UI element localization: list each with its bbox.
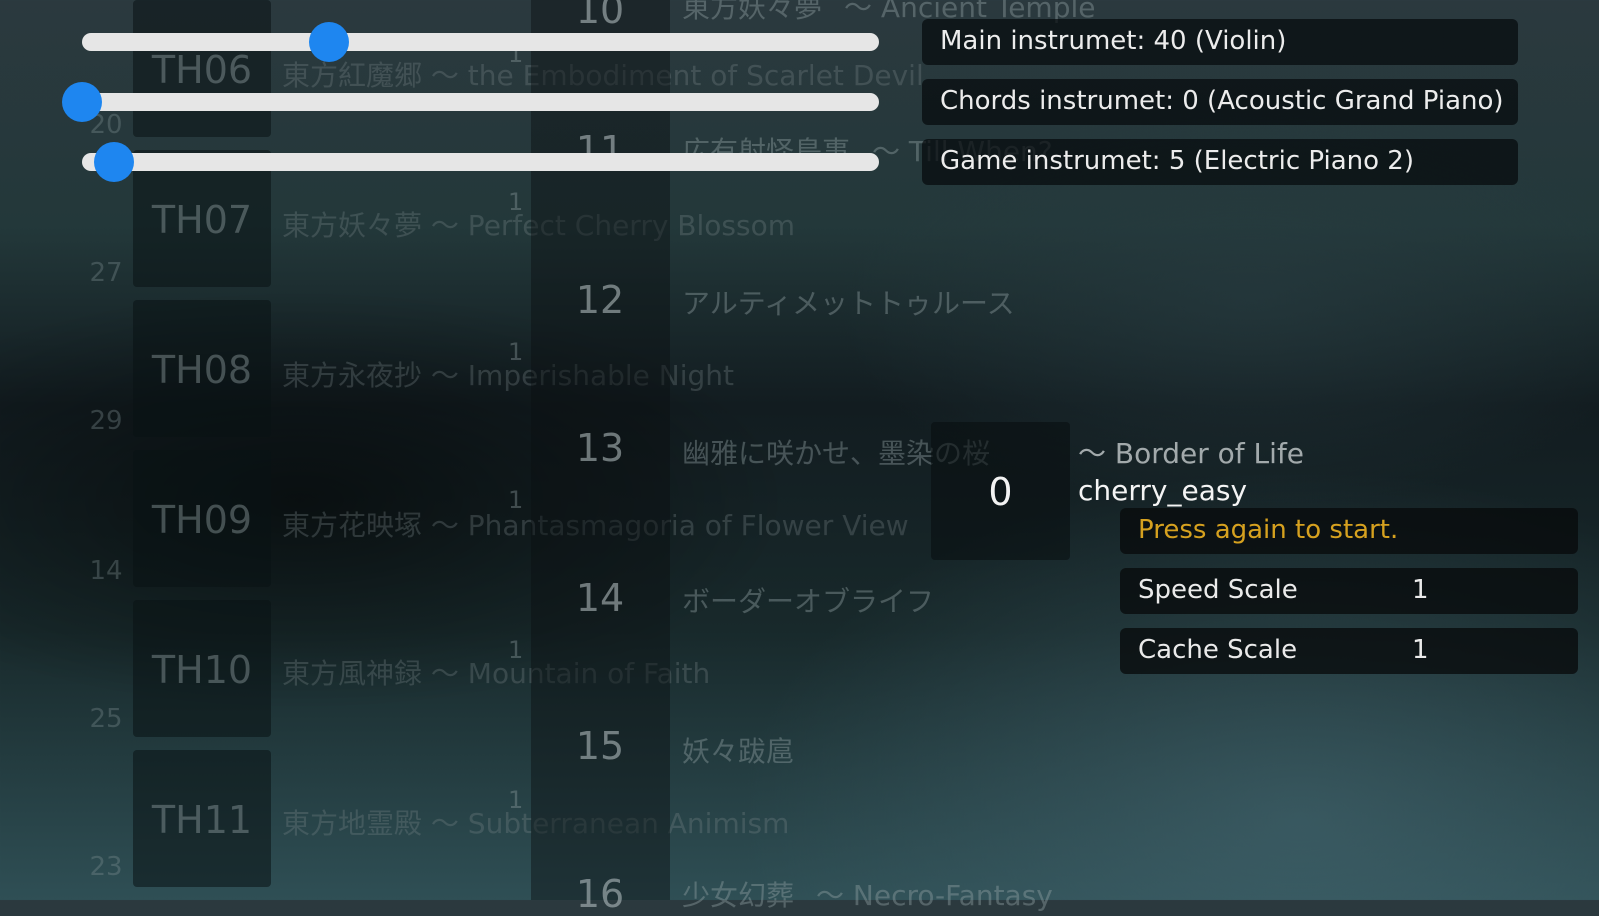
score-value: 0 xyxy=(988,470,1013,514)
slider-track xyxy=(82,93,879,111)
track-title-jp: 少女幻葬 xyxy=(682,879,795,912)
game-play-count: 1 xyxy=(508,486,524,514)
slider-thumb[interactable] xyxy=(93,142,134,182)
chords-instrument-slider[interactable] xyxy=(62,82,879,122)
start-prompt[interactable]: Press again to start. xyxy=(1120,508,1578,554)
game-instrument-slider[interactable] xyxy=(82,142,879,182)
game-tile-th11[interactable]: TH11 xyxy=(133,750,271,887)
game-track-count: 23 xyxy=(89,852,123,882)
speed-scale-field[interactable]: Speed Scale 1 xyxy=(1120,568,1578,614)
game-code: TH10 xyxy=(151,648,253,692)
slider-track xyxy=(82,153,879,171)
speed-scale-value[interactable]: 1 xyxy=(1412,575,1429,605)
game-tile-th10[interactable]: TH10 xyxy=(133,600,271,737)
speed-scale-label: Speed Scale xyxy=(1138,575,1298,605)
track-title[interactable]: 少女幻葬 ～ Necro-Fantasy xyxy=(682,874,1053,914)
track-number: 14 xyxy=(575,576,625,620)
slider-thumb[interactable] xyxy=(62,82,102,122)
chords-instrument-label: Chords instrumet: 0 (Acoustic Grand Pian… xyxy=(940,86,1504,116)
track-title[interactable]: 妖々跋扈 xyxy=(682,730,794,770)
slider-thumb[interactable] xyxy=(309,22,350,62)
game-track-count: 25 xyxy=(89,704,123,734)
game-play-count: 1 xyxy=(508,636,524,664)
track-title-jp: ボーダーオブライフ xyxy=(682,585,935,618)
main-instrument-slider[interactable] xyxy=(82,22,879,62)
track-number: 13 xyxy=(575,426,625,470)
selected-track-title: ～ Border of Life xyxy=(1078,437,1305,470)
game-track-count: 29 xyxy=(89,406,123,436)
song-list-background: TH06 20 東方紅魔郷 ～ the Embodiment of Scarle… xyxy=(0,0,1599,916)
track-title-jp: アルティメットトゥルース xyxy=(682,287,1015,320)
track-number: 16 xyxy=(575,872,625,916)
game-track-count: 27 xyxy=(89,258,123,288)
main-instrument-label: Main instrumet: 40 (Violin) xyxy=(940,26,1287,56)
cache-scale-label: Cache Scale xyxy=(1138,635,1298,665)
score-box: 0 xyxy=(931,422,1070,560)
game-play-count: 1 xyxy=(508,786,524,814)
game-play-count: 1 xyxy=(508,338,524,366)
track-title-jp: 妖々跋扈 xyxy=(682,735,795,768)
cache-scale-field[interactable]: Cache Scale 1 xyxy=(1120,628,1578,674)
selected-difficulty: cherry_easy xyxy=(1078,474,1248,507)
track-title-jp: 東方妖々夢 xyxy=(682,0,823,24)
game-code: TH09 xyxy=(151,498,253,542)
game-code: TH08 xyxy=(151,348,253,392)
track-number: 12 xyxy=(575,278,625,322)
game-code: TH11 xyxy=(151,798,253,842)
track-title[interactable]: アルティメットトゥルース xyxy=(682,282,1015,322)
game-instrument-label: Game instrumet: 5 (Electric Piano 2) xyxy=(940,146,1414,176)
game-instrument-label-box: Game instrumet: 5 (Electric Piano 2) xyxy=(922,139,1518,185)
game-tile-th09[interactable]: TH09 xyxy=(133,450,271,587)
slider-track xyxy=(82,33,879,51)
cache-scale-value[interactable]: 1 xyxy=(1412,635,1429,665)
start-message: Press again to start. xyxy=(1138,515,1399,545)
track-title[interactable]: ボーダーオブライフ xyxy=(682,580,934,620)
game-tile-th08[interactable]: TH08 xyxy=(133,300,271,437)
game-track-count: 14 xyxy=(89,556,123,586)
track-number: 15 xyxy=(575,724,625,768)
chords-instrument-label-box: Chords instrumet: 0 (Acoustic Grand Pian… xyxy=(922,79,1518,125)
track-title-en: ～ Necro-Fantasy xyxy=(816,879,1053,912)
game-code: TH07 xyxy=(151,198,253,242)
main-instrument-label-box: Main instrumet: 40 (Violin) xyxy=(922,19,1518,65)
game-play-count: 1 xyxy=(508,188,524,216)
